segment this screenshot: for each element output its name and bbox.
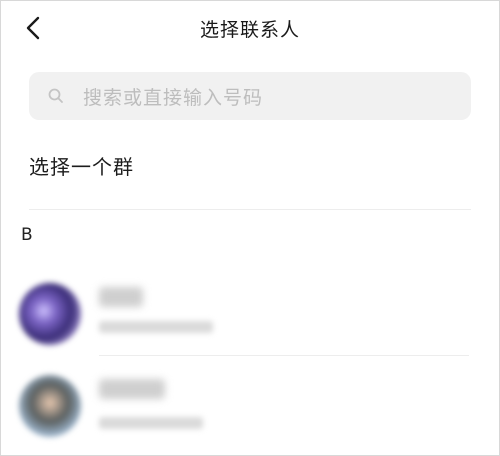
avatar	[19, 375, 81, 437]
contact-name	[99, 287, 143, 307]
contact-name	[99, 379, 165, 399]
row-divider	[99, 355, 469, 356]
section-index-letter: B	[21, 225, 33, 245]
contact-row[interactable]	[1, 271, 499, 359]
search-input[interactable]: 搜索或直接输入号码	[29, 72, 471, 120]
search-placeholder: 搜索或直接输入号码	[83, 86, 264, 109]
select-group-item[interactable]: 选择一个群	[29, 151, 134, 191]
contact-subtitle	[99, 321, 213, 333]
contact-picker-screen: 选择联系人 搜索或直接输入号码 选择一个群 B	[0, 0, 500, 456]
search-icon	[47, 87, 65, 105]
avatar	[19, 283, 81, 345]
divider	[29, 209, 471, 210]
contact-row[interactable]	[1, 367, 499, 455]
header: 选择联系人	[1, 1, 499, 55]
contact-subtitle	[99, 417, 203, 429]
page-title: 选择联系人	[199, 19, 300, 41]
